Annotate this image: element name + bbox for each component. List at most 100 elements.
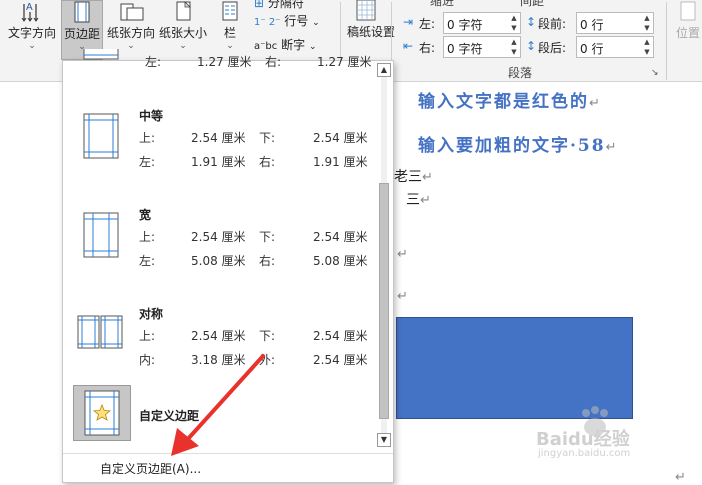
manuscript-label: 稿纸设置 [347,25,396,39]
right-label: 右: [259,254,276,268]
spacing-after-value: 0 行 [580,42,604,56]
spin-arrows-icon[interactable]: ▲ ▼ [641,13,653,33]
bottom-value: 2.54 厘米 [313,230,368,244]
paragraph-mark: ↵ [397,247,408,262]
watermark: Baidu经验 jingyan.baidu.com [536,403,666,459]
indent-right-label: 右: [419,41,436,55]
chevron-down-icon: ⌄ [312,18,320,28]
outside-value: 2.54 厘米 [313,353,368,367]
document-line-2[interactable]: 输入要加粗的文字·58↵ [418,131,618,156]
position-label: 位置 [675,26,700,40]
spacing-after-icon: ↕ [526,39,537,53]
spacing-header: 间距 [520,0,545,8]
fragment1-text: 老三 [394,169,422,185]
left-value: 5.08 厘米 [191,254,246,268]
svg-text:A: A [26,2,33,13]
breaks-label: 分隔符 [267,0,304,10]
gallery-item-moderate[interactable]: 中等 上: 2.54 厘米 下: 2.54 厘米 左: 1.91 厘米 右: 1… [69,91,373,195]
inside-label: 内: [139,353,156,367]
margin-preset-icon [83,212,119,258]
gallery-item-wide[interactable]: 宽 上: 2.54 厘米 下: 2.54 厘米 左: 5.08 厘米 右: 5.… [69,190,373,294]
bottom-label: 下: [259,230,276,244]
left-label: 左: [139,155,156,169]
custom-margins-label: 自定义页边距(A)... [100,462,202,476]
document-fragment-2[interactable]: 三↵ [406,189,431,209]
left-label: 左: [139,254,156,268]
spin-arrows-icon[interactable]: ▲ ▼ [641,37,653,57]
indent-left-label: 左: [419,17,436,31]
columns-label: 栏 [223,26,236,40]
partial-value: 1.27 厘米 [197,55,252,69]
spacing-before-icon: ↕ [526,15,537,29]
scroll-up-icon[interactable]: ▲ [377,63,391,77]
margins-icon [74,1,90,23]
top-value: 2.54 厘米 [191,329,246,343]
line2-text: 输入要加粗的文字·58 [418,136,606,156]
document-fragment-1[interactable]: 老三↵ [394,166,433,186]
fragment2-text: 三 [406,192,420,208]
spacing-before-input[interactable]: 0 行 ▲ ▼ [576,12,654,34]
preset-title: 对称 [139,307,164,321]
indent-left-row: ⇥ 左: 0 字符 ▲ ▼ [403,12,523,34]
dropdown-scrollbar[interactable]: ▲ ▼ [377,63,391,447]
orientation-label: 纸张方向 [106,26,155,40]
margin-preset-icon [83,113,119,159]
star-icon [84,390,120,436]
margin-preset-icon [83,49,119,60]
indent-right-input[interactable]: 0 字符 ▲ ▼ [443,36,521,58]
paragraph-mark: ↵ [422,170,433,185]
mirrored-margin-icon [77,315,123,349]
indent-left-input[interactable]: 0 字符 ▲ ▼ [443,12,521,34]
spacing-after-row: ↕ 段后: 0 行 ▲ ▼ [526,36,660,58]
spacing-before-label: 段前: [538,17,567,31]
paragraph-mark: ↵ [397,289,408,304]
empty-paragraph[interactable]: ↵ [397,246,408,262]
line-numbers-label: 行号 [284,14,309,28]
separator [666,2,667,80]
bottom-label: 下: [259,131,276,145]
indent-right-value: 0 字符 [447,42,483,56]
paragraph-mark: ↵ [605,140,619,155]
spin-arrows-icon[interactable]: ▲ ▼ [508,13,520,33]
partial-label: 右: [265,55,282,69]
paragraph-mark: ↵ [420,193,431,208]
right-value: 5.08 厘米 [313,254,368,268]
scrollbar-thumb[interactable] [379,183,389,419]
partial-value: 1.27 厘米 [317,55,372,69]
line-numbers-button[interactable]: 1⁻ 2⁻ 行号 ⌄ [254,12,320,29]
spin-arrows-icon[interactable]: ▲ ▼ [508,37,520,57]
dialog-launcher-icon[interactable]: ↘ [651,68,659,78]
spacing-before-value: 0 行 [580,18,604,32]
gallery-item-narrow-partial[interactable]: 左: 1.27 厘米 右: 1.27 厘米 [69,49,373,73]
right-label: 右: [259,155,276,169]
bottom-value: 2.54 厘米 [313,329,368,343]
chevron-down-icon: ⌄ [28,41,36,51]
breaks-icon: ⊞ [254,0,265,10]
document-line-1[interactable]: 输入文字都是红色的↵ [418,87,602,112]
scroll-down-icon[interactable]: ▼ [377,433,391,447]
top-label: 上: [139,230,156,244]
indent-header: 缩进 [430,0,455,8]
bottom-label: 下: [259,329,276,343]
position-icon [680,1,696,21]
preset-title: 宽 [139,208,152,222]
orientation-icon [120,3,144,21]
indent-right-row: ⇤ 右: 0 字符 ▲ ▼ [403,36,523,58]
line1-text: 输入文字都是红色的 [418,92,589,112]
empty-paragraph[interactable]: ↵ [397,288,408,304]
top-label: 上: [139,131,156,145]
margins-label: 页边距 [63,27,100,41]
left-value: 1.91 厘米 [191,155,246,169]
page-size-label: 纸张大小 [158,26,207,40]
page-size-icon [176,1,191,21]
text-direction-button[interactable]: A 文字方向 ⌄ [6,0,58,60]
position-button[interactable]: 位置 [674,0,702,60]
indent-left-value: 0 字符 [447,18,483,32]
top-value: 2.54 厘米 [191,131,246,145]
spacing-after-input[interactable]: 0 行 ▲ ▼ [576,36,654,58]
bottom-value: 2.54 厘米 [313,131,368,145]
columns-icon [222,1,238,21]
paragraph-group-label: 段落 [508,66,533,80]
indent-right-icon: ⇤ [403,39,414,53]
breaks-button[interactable]: ⊞ 分隔符 [254,0,304,11]
